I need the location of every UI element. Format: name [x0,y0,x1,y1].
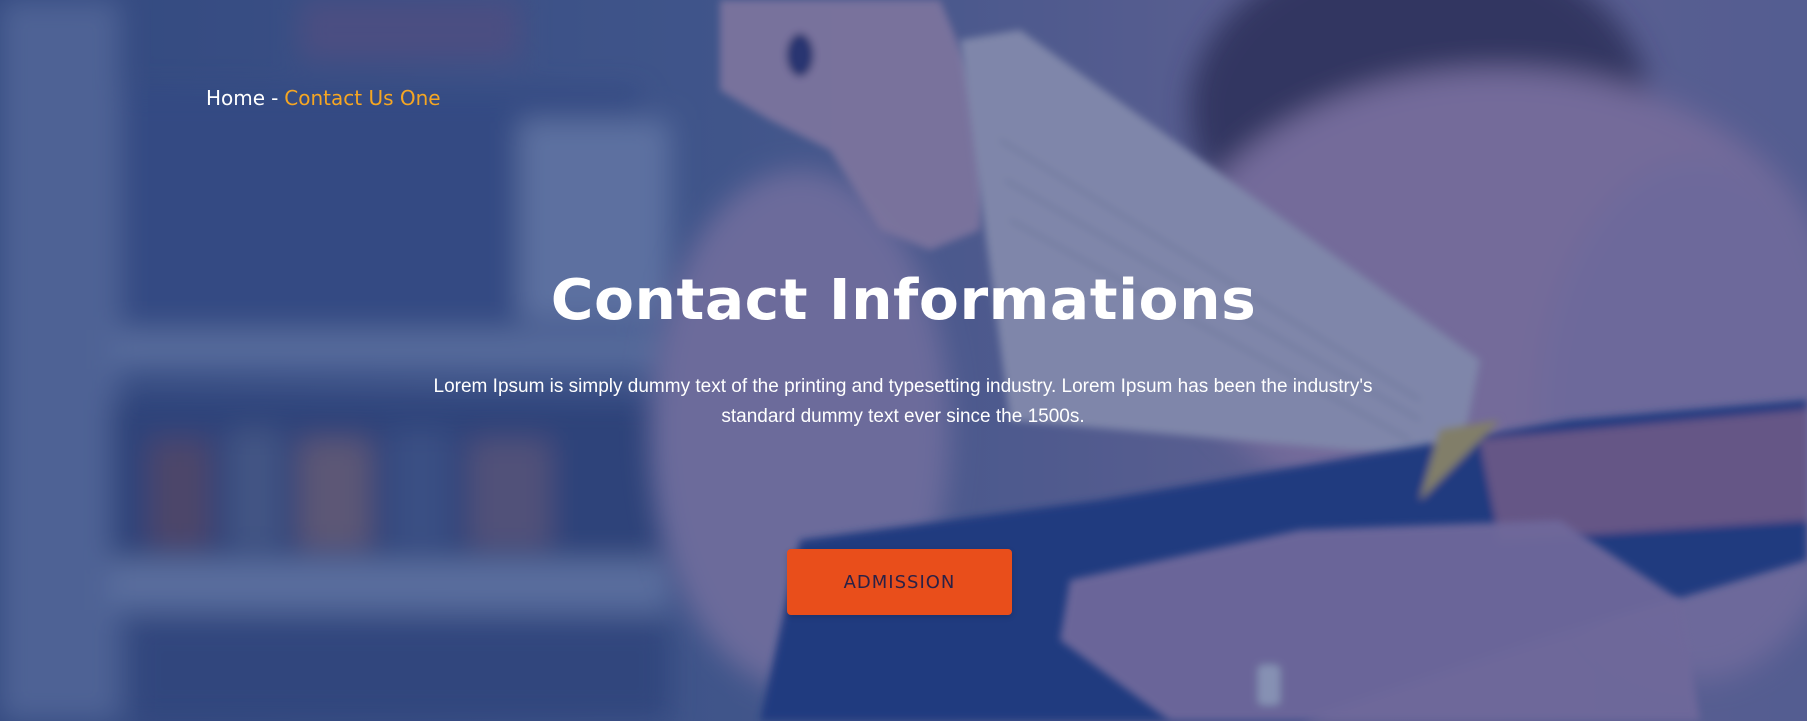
breadcrumb-current: Contact Us One [284,86,441,110]
hero-description-line-2: standard dummy text ever since the 1500s… [721,406,1085,427]
breadcrumb: Home - Contact Us One [206,84,441,112]
hero-banner: Home - Contact Us One Contact Informations… [0,0,1807,721]
hero-description: Lorem Ipsum is simply dummy text of the … [403,372,1403,432]
page-title: Contact Informations [550,268,1257,333]
admission-button[interactable]: ADMISSION [787,549,1012,615]
hero-description-line-1: Lorem Ipsum is simply dummy text of the … [433,376,1373,397]
breadcrumb-home-link[interactable]: Home [206,86,265,110]
breadcrumb-separator: - [271,86,279,110]
